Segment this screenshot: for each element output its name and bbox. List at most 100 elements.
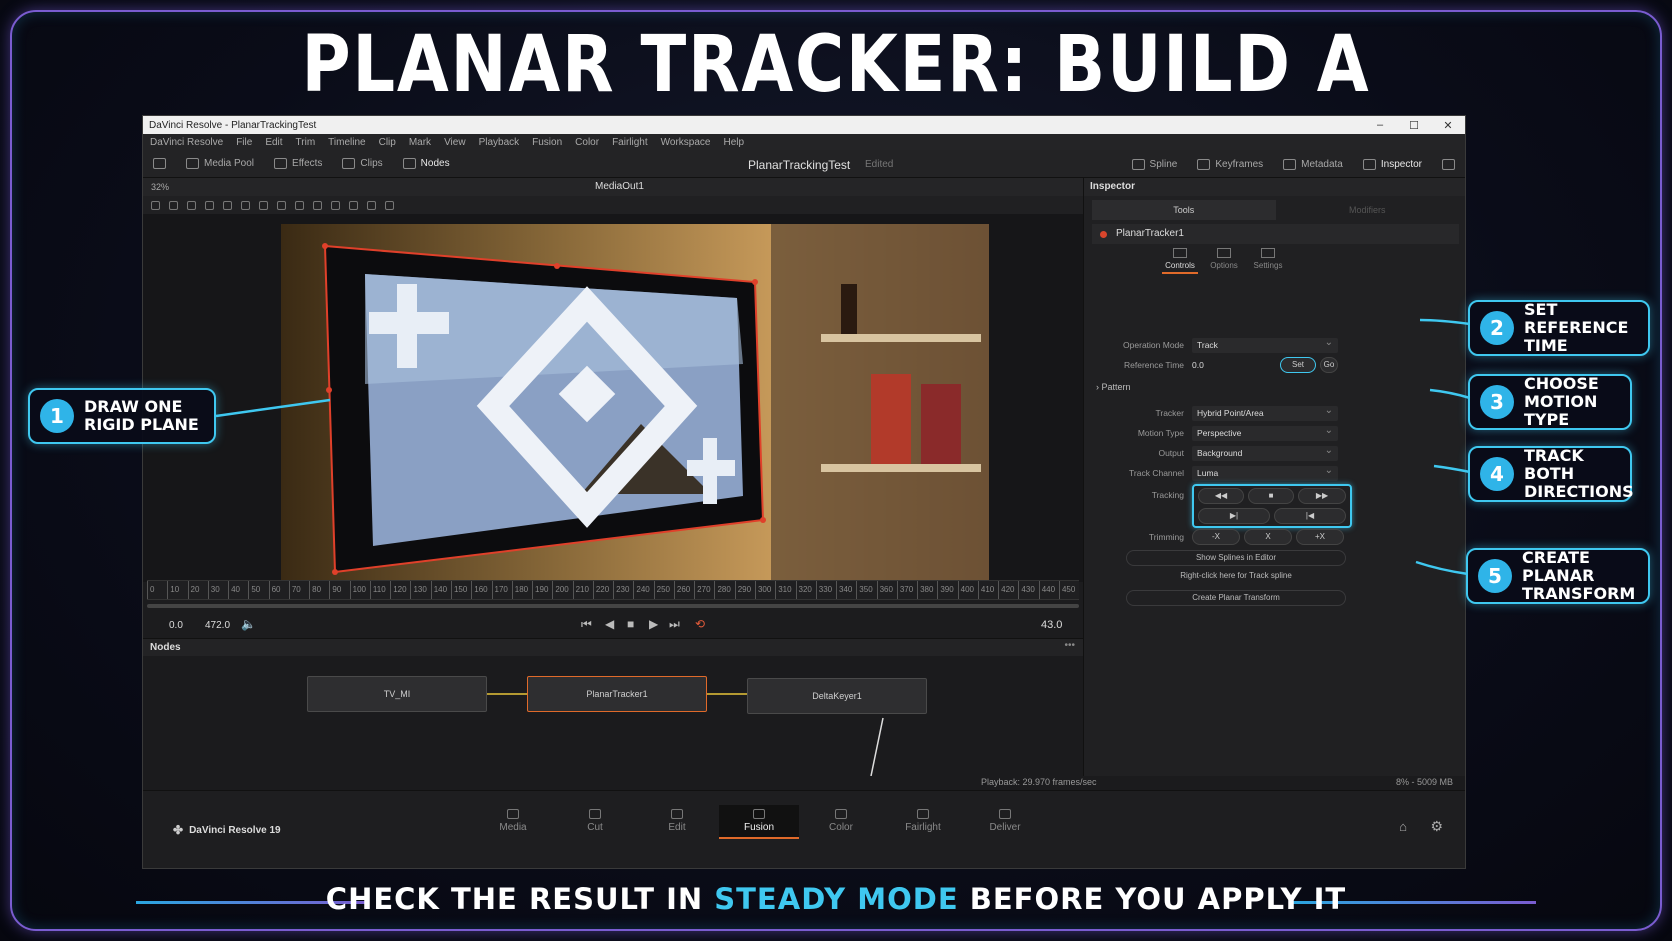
trim-all-button[interactable]: X [1244, 529, 1292, 545]
panel-toggle-button[interactable] [143, 158, 176, 169]
current-frame[interactable]: 43.0 [1041, 619, 1062, 631]
node-deltakeyer[interactable]: DeltaKeyer1 [747, 678, 927, 714]
media-pool-button[interactable]: Media Pool [176, 158, 264, 169]
show-splines-button[interactable]: Show Splines in Editor [1126, 550, 1346, 566]
close-button[interactable]: ✕ [1431, 119, 1465, 132]
callout-3-line2: MOTION TYPE [1524, 392, 1598, 429]
page-cut[interactable]: Cut [555, 805, 635, 839]
motion-type-select[interactable]: Perspective [1192, 423, 1338, 441]
rectangle-tool-icon[interactable] [241, 200, 250, 210]
zoom-level[interactable]: 32% [151, 182, 169, 192]
viewer-canvas[interactable] [143, 214, 1083, 588]
subtab-settings[interactable]: Settings [1250, 248, 1286, 274]
page-media[interactable]: Media [473, 805, 553, 839]
menu-timeline[interactable]: Timeline [328, 137, 365, 148]
erase-tool-icon[interactable] [385, 200, 394, 210]
inspector-button[interactable]: Inspector [1353, 158, 1432, 170]
polygon-tool-icon[interactable] [187, 200, 196, 210]
play-icon[interactable]: ▶ [649, 617, 658, 631]
subtab-options[interactable]: Options [1206, 248, 1242, 274]
set-reference-button[interactable]: Set [1280, 357, 1316, 373]
maximize-button[interactable]: ☐ [1397, 119, 1431, 132]
timecode-end[interactable]: 472.0 [205, 620, 230, 631]
menu-edit[interactable]: Edit [265, 137, 282, 148]
operation-mode-select[interactable]: Track [1192, 335, 1338, 353]
timecode-start[interactable]: 0.0 [169, 620, 183, 631]
ruler-tick: 180 [511, 581, 532, 599]
clips-button[interactable]: Clips [332, 158, 392, 169]
callout-1-line1: DRAW ONE [84, 397, 183, 416]
loop-icon[interactable]: ⟲ [695, 617, 705, 631]
menu-clip[interactable]: Clip [379, 137, 396, 148]
menu-fusion[interactable]: Fusion [532, 137, 562, 148]
tracker-select[interactable]: Hybrid Point/Area [1192, 403, 1338, 421]
nodes-button[interactable]: Nodes [393, 158, 460, 169]
paint-tool-icon[interactable] [259, 200, 268, 210]
page-deliver[interactable]: Deliver [965, 805, 1045, 839]
last-frame-icon[interactable]: ⏭ [669, 617, 680, 632]
page-fusion[interactable]: Fusion [719, 805, 799, 839]
tab-modifiers[interactable]: Modifiers [1276, 200, 1460, 220]
keyframes-button[interactable]: Keyframes [1187, 158, 1273, 170]
track-to-end-button[interactable]: ▶| [1198, 508, 1270, 524]
menu-workspace[interactable]: Workspace [661, 137, 711, 148]
stop-icon[interactable]: ■ [627, 617, 634, 631]
menu-bar: DaVinci Resolve File Edit Trim Timeline … [143, 134, 1465, 150]
spline-button[interactable]: Spline [1122, 158, 1188, 170]
pattern-section[interactable]: › Pattern [1096, 382, 1131, 392]
track-spline-hint[interactable]: Right-click here for Track spline [1126, 568, 1346, 584]
transform-tool-icon[interactable] [295, 200, 304, 210]
play-reverse-icon[interactable]: ◀ [605, 617, 614, 631]
node-planartracker[interactable]: PlanarTracker1 [527, 676, 707, 712]
speaker-icon[interactable]: 🔈 [241, 617, 256, 631]
line-tool-icon[interactable] [277, 200, 286, 210]
page-color[interactable]: Color [801, 805, 881, 839]
create-planar-transform-button[interactable]: Create Planar Transform [1126, 590, 1346, 606]
track-forward-button[interactable]: ▶▶ [1298, 488, 1346, 504]
grid-tool-icon[interactable] [349, 200, 358, 210]
first-frame-icon[interactable]: ⏮ [581, 617, 592, 632]
go-reference-button[interactable]: Go [1320, 357, 1338, 373]
output-select[interactable]: Background [1192, 443, 1338, 461]
menu-file[interactable]: File [236, 137, 252, 148]
rotate-tool-icon[interactable] [313, 200, 322, 210]
timeline-ruler[interactable]: 0 10 20 30 40 50 60 70 80 90 100 110 120 130 140 150 160… [147, 580, 1079, 600]
reference-time-value[interactable]: 0.0 [1192, 360, 1204, 370]
trim-before-button[interactable]: -X [1192, 529, 1240, 545]
trim-after-button[interactable]: +X [1296, 529, 1344, 545]
metadata-button[interactable]: Metadata [1273, 158, 1353, 170]
page-fairlight[interactable]: Fairlight [883, 805, 963, 839]
bspline-tool-icon[interactable] [205, 200, 214, 210]
menu-help[interactable]: Help [723, 137, 744, 148]
track-channel-select[interactable]: Luma [1192, 463, 1338, 481]
more-icon[interactable]: ••• [1064, 640, 1075, 651]
brush-tool-icon[interactable] [169, 200, 178, 210]
home-icon[interactable]: ⌂ [1399, 819, 1407, 834]
tab-tools[interactable]: Tools [1092, 200, 1276, 220]
menu-view[interactable]: View [444, 137, 466, 148]
tool-header[interactable]: PlanarTracker1 [1092, 224, 1459, 244]
subtab-controls[interactable]: Controls [1162, 248, 1198, 274]
track-reverse-button[interactable]: ◀◀ [1198, 488, 1244, 504]
track-stop-button[interactable]: ■ [1248, 488, 1294, 504]
menu-color[interactable]: Color [575, 137, 599, 148]
track-to-start-button[interactable]: |◀ [1274, 508, 1346, 524]
effects-button[interactable]: Effects [264, 158, 332, 169]
menu-resolve[interactable]: DaVinci Resolve [150, 137, 223, 148]
page-edit[interactable]: Edit [637, 805, 717, 839]
scrub-bar[interactable] [147, 604, 1079, 608]
node-editor[interactable]: TV_MI PlanarTracker1 DeltaKeyer1 [143, 656, 1083, 776]
menu-mark[interactable]: Mark [409, 137, 431, 148]
clone-tool-icon[interactable] [367, 200, 376, 210]
menu-playback[interactable]: Playback [479, 137, 520, 148]
gear-icon[interactable]: ⚙ [1430, 818, 1443, 835]
minimize-button[interactable]: – [1363, 119, 1397, 132]
menu-fairlight[interactable]: Fairlight [612, 137, 648, 148]
warp-tool-icon[interactable] [331, 200, 340, 210]
fullscreen-button[interactable] [1432, 158, 1465, 170]
node-tv-mi[interactable]: TV_MI [307, 676, 487, 712]
pointer-tool-icon[interactable] [151, 200, 160, 210]
nodes-panel-label: Nodes [150, 642, 181, 653]
ellipse-tool-icon[interactable] [223, 200, 232, 210]
menu-trim[interactable]: Trim [296, 137, 316, 148]
